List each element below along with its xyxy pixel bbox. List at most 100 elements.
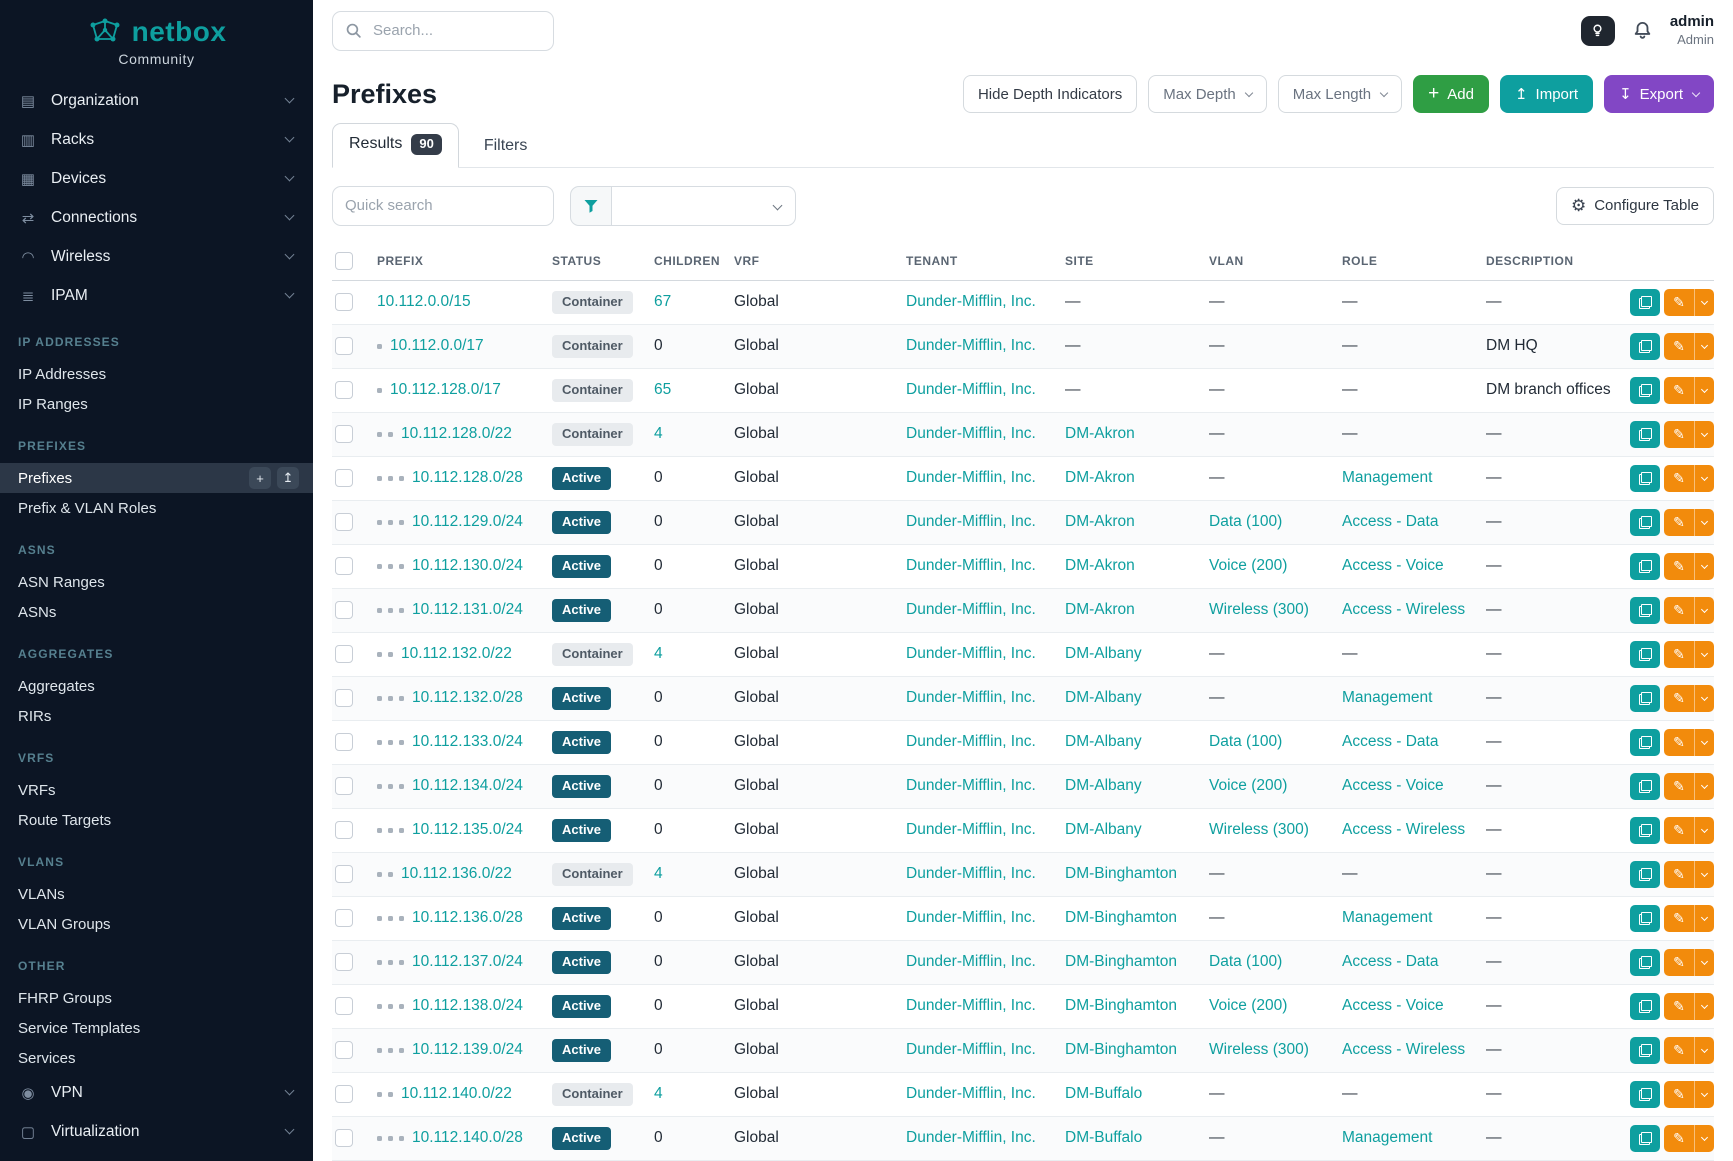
role-link[interactable]: Access - Voice: [1342, 997, 1444, 1014]
copy-button[interactable]: [1630, 333, 1660, 360]
column-header-prefix[interactable]: PREFIX: [377, 242, 552, 281]
column-header-children[interactable]: CHILDREN: [654, 242, 734, 281]
tenant-link[interactable]: Dunder-Mifflin, Inc.: [906, 865, 1036, 882]
prefix-link[interactable]: 10.112.129.0/24: [412, 513, 523, 530]
vlan-link[interactable]: Voice (200): [1209, 777, 1287, 794]
sidebar-group-racks[interactable]: ▥Racks: [0, 120, 313, 159]
row-checkbox[interactable]: [335, 645, 353, 663]
vlan-link[interactable]: Wireless (300): [1209, 1041, 1309, 1058]
edit-dropdown-button[interactable]: [1694, 1037, 1714, 1064]
row-checkbox[interactable]: [335, 865, 353, 883]
vlan-link[interactable]: Voice (200): [1209, 997, 1287, 1014]
copy-button[interactable]: [1630, 729, 1660, 756]
copy-button[interactable]: [1630, 905, 1660, 932]
sidebar-group-vpn[interactable]: ◉VPN: [0, 1073, 313, 1112]
add-button[interactable]: + Add: [1413, 75, 1489, 113]
max-depth-dropdown[interactable]: Max Depth: [1148, 75, 1267, 113]
sidebar-item-ip-ranges[interactable]: IP Ranges: [0, 389, 313, 419]
site-link[interactable]: DM-Akron: [1065, 425, 1135, 442]
sidebar-item-service-templates[interactable]: Service Templates: [0, 1013, 313, 1043]
tab-filters[interactable]: Filters: [467, 126, 545, 168]
copy-button[interactable]: [1630, 641, 1660, 668]
edit-button[interactable]: ✎: [1664, 333, 1694, 360]
row-checkbox[interactable]: [335, 1085, 353, 1103]
tenant-link[interactable]: Dunder-Mifflin, Inc.: [906, 733, 1036, 750]
edit-dropdown-button[interactable]: [1694, 465, 1714, 492]
vlan-link[interactable]: Voice (200): [1209, 557, 1287, 574]
theme-toggle-button[interactable]: [1581, 16, 1615, 46]
vlan-link[interactable]: Wireless (300): [1209, 601, 1309, 618]
row-checkbox[interactable]: [335, 821, 353, 839]
role-link[interactable]: Access - Data: [1342, 953, 1438, 970]
role-link[interactable]: Access - Data: [1342, 733, 1438, 750]
edit-dropdown-button[interactable]: [1694, 685, 1714, 712]
edit-button[interactable]: ✎: [1664, 553, 1694, 580]
edit-button[interactable]: ✎: [1664, 465, 1694, 492]
prefix-link[interactable]: 10.112.136.0/22: [401, 865, 512, 882]
copy-button[interactable]: [1630, 597, 1660, 624]
row-checkbox[interactable]: [335, 777, 353, 795]
edit-button[interactable]: ✎: [1664, 773, 1694, 800]
prefix-link[interactable]: 10.112.128.0/28: [412, 469, 523, 486]
row-checkbox[interactable]: [335, 425, 353, 443]
edit-dropdown-button[interactable]: [1694, 377, 1714, 404]
sidebar-item-services[interactable]: Services: [0, 1043, 313, 1073]
site-link[interactable]: DM-Akron: [1065, 557, 1135, 574]
role-link[interactable]: Access - Wireless: [1342, 1041, 1465, 1058]
sidebar-group-devices[interactable]: ▦Devices: [0, 159, 313, 198]
edit-dropdown-button[interactable]: [1694, 333, 1714, 360]
edit-button[interactable]: ✎: [1664, 421, 1694, 448]
sidebar-item-vlan-groups[interactable]: VLAN Groups: [0, 909, 313, 939]
copy-button[interactable]: [1630, 949, 1660, 976]
role-link[interactable]: Access - Voice: [1342, 777, 1444, 794]
tenant-link[interactable]: Dunder-Mifflin, Inc.: [906, 337, 1036, 354]
sidebar-group-ipam[interactable]: ≣IPAM: [0, 276, 313, 315]
user-menu[interactable]: admin Admin: [1670, 13, 1714, 48]
row-checkbox[interactable]: [335, 293, 353, 311]
export-dropdown[interactable]: ↧ Export: [1604, 75, 1714, 113]
site-link[interactable]: DM-Buffalo: [1065, 1085, 1142, 1102]
tenant-link[interactable]: Dunder-Mifflin, Inc.: [906, 821, 1036, 838]
prefix-link[interactable]: 10.112.140.0/28: [412, 1129, 523, 1146]
edit-dropdown-button[interactable]: [1694, 905, 1714, 932]
tenant-link[interactable]: Dunder-Mifflin, Inc.: [906, 601, 1036, 618]
edit-dropdown-button[interactable]: [1694, 1125, 1714, 1152]
copy-button[interactable]: [1630, 465, 1660, 492]
tenant-link[interactable]: Dunder-Mifflin, Inc.: [906, 645, 1036, 662]
row-checkbox[interactable]: [335, 337, 353, 355]
row-checkbox[interactable]: [335, 997, 353, 1015]
prefix-link[interactable]: 10.112.130.0/24: [412, 557, 523, 574]
site-link[interactable]: DM-Akron: [1065, 513, 1135, 530]
site-link[interactable]: DM-Albany: [1065, 821, 1142, 838]
tenant-link[interactable]: Dunder-Mifflin, Inc.: [906, 997, 1036, 1014]
row-checkbox[interactable]: [335, 953, 353, 971]
prefix-link[interactable]: 10.112.135.0/24: [412, 821, 523, 838]
netbox-logo[interactable]: netbox: [0, 0, 313, 48]
row-checkbox[interactable]: [335, 689, 353, 707]
prefix-link[interactable]: 10.112.140.0/22: [401, 1085, 512, 1102]
sidebar-item-vrfs[interactable]: VRFs: [0, 775, 313, 805]
prefix-link[interactable]: 10.112.131.0/24: [412, 601, 523, 618]
edit-dropdown-button[interactable]: [1694, 1081, 1714, 1108]
column-header-status[interactable]: STATUS: [552, 242, 654, 281]
row-checkbox[interactable]: [335, 513, 353, 531]
role-link[interactable]: Management: [1342, 689, 1432, 706]
sidebar-group-circuits[interactable]: ⊷Circuits: [0, 1151, 313, 1161]
copy-button[interactable]: [1630, 993, 1660, 1020]
role-link[interactable]: Management: [1342, 1129, 1432, 1146]
column-header-role[interactable]: ROLE: [1342, 242, 1486, 281]
row-checkbox[interactable]: [335, 1129, 353, 1147]
edit-button[interactable]: ✎: [1664, 289, 1694, 316]
edit-dropdown-button[interactable]: [1694, 641, 1714, 668]
prefix-link[interactable]: 10.112.137.0/24: [412, 953, 523, 970]
copy-button[interactable]: [1630, 1081, 1660, 1108]
site-link[interactable]: DM-Albany: [1065, 777, 1142, 794]
role-link[interactable]: Access - Voice: [1342, 557, 1444, 574]
role-link[interactable]: Management: [1342, 909, 1432, 926]
edit-button[interactable]: ✎: [1664, 817, 1694, 844]
tenant-link[interactable]: Dunder-Mifflin, Inc.: [906, 1085, 1036, 1102]
edit-button[interactable]: ✎: [1664, 377, 1694, 404]
site-link[interactable]: DM-Akron: [1065, 601, 1135, 618]
children-count-link[interactable]: 4: [654, 1085, 663, 1102]
global-search[interactable]: [332, 11, 554, 51]
